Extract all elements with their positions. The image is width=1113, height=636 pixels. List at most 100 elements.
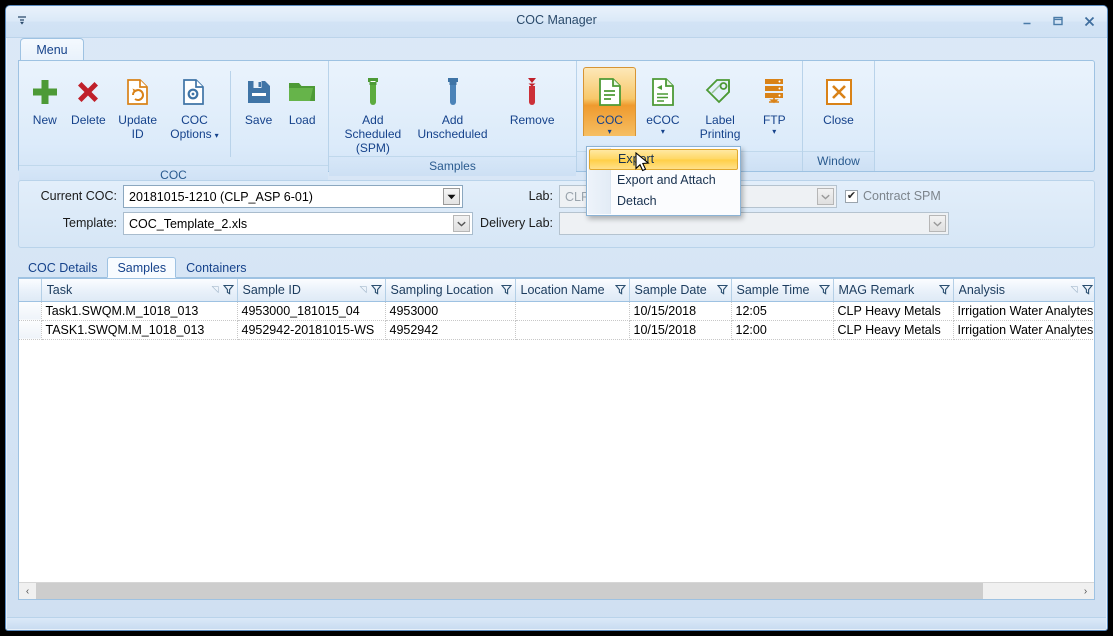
filter-icon[interactable]: [222, 284, 234, 295]
column-header-sample-id[interactable]: Sample ID ◹: [237, 279, 386, 302]
menu-item-detach[interactable]: Detach: [587, 191, 740, 212]
table-row[interactable]: TASK1.SWQM.M_1018_013 4952942-20181015-W…: [19, 320, 1094, 340]
current-coc-chevron-down-icon[interactable]: [443, 188, 460, 205]
add-unscheduled-button[interactable]: Add Unscheduled: [413, 67, 493, 142]
column-header-sampling-location[interactable]: Sampling Location: [385, 279, 516, 302]
cell-location-name[interactable]: [515, 320, 630, 340]
ftp-caret-icon[interactable]: ▾: [772, 128, 776, 136]
scrollbar-thumb[interactable]: [36, 582, 984, 599]
maximize-button[interactable]: [1048, 12, 1068, 30]
horizontal-scrollbar[interactable]: ‹ ›: [19, 582, 1094, 599]
table-header-row: Task ◹ Sample ID ◹ Sampling Location Locat…: [19, 279, 1094, 302]
cell-mag-remark[interactable]: CLP Heavy Metals: [833, 301, 954, 321]
coc-options-label-line2: Options: [170, 127, 212, 141]
ribbon-group-window-body: Close: [803, 61, 874, 151]
coc-export-button[interactable]: COC ▾: [583, 67, 637, 136]
cell-sample-date[interactable]: 10/15/2018: [629, 320, 732, 340]
cell-task[interactable]: Task1.SWQM.M_1018_013: [41, 301, 238, 321]
cell-location-name[interactable]: [515, 301, 630, 321]
ecoc-label: eCOC: [646, 113, 680, 127]
tab-menu[interactable]: Menu: [20, 38, 84, 61]
column-header-analysis[interactable]: Analysis ◹: [953, 279, 1094, 302]
contract-spm-checkbox[interactable]: ✔ Contract SPM: [845, 189, 941, 203]
remove-button[interactable]: Remove: [492, 67, 572, 128]
cell-sample-id[interactable]: 4952942-20181015-WS: [237, 320, 386, 340]
coc-form-panel: Current COC: 20181015-1210 (CLP_ASP 6-01…: [18, 180, 1095, 248]
cell-sample-id[interactable]: 4953000_181015_04: [237, 301, 386, 321]
contract-spm-checkbox-box[interactable]: ✔: [845, 189, 858, 203]
lab-chevron-down-icon[interactable]: [817, 188, 834, 205]
cell-sample-time[interactable]: 12:05: [731, 301, 834, 321]
add-scheduled-label-line2: (SPM): [355, 141, 390, 155]
filter-icon[interactable]: [716, 284, 728, 295]
template-combo[interactable]: COC_Template_2.xls: [123, 212, 473, 235]
cell-mag-remark[interactable]: CLP Heavy Metals: [833, 320, 954, 340]
tab-samples[interactable]: Samples: [107, 257, 177, 278]
column-header-sample-time[interactable]: Sample Time: [731, 279, 834, 302]
column-header-task[interactable]: Task ◹: [41, 279, 238, 302]
column-header-sample-time-label: Sample Time: [736, 282, 810, 297]
current-coc-combo-box[interactable]: 20181015-1210 (CLP_ASP 6-01): [123, 185, 463, 208]
scroll-right-button[interactable]: ›: [1077, 583, 1094, 600]
ecoc-button[interactable]: eCOC ▾: [636, 67, 689, 137]
coc-options-caret-icon[interactable]: ▾: [215, 131, 219, 140]
delivery-lab-label: Delivery Lab:: [480, 216, 553, 230]
column-header-sample-id-label: Sample ID: [242, 282, 301, 297]
column-header-sample-date[interactable]: Sample Date: [629, 279, 732, 302]
filter-icon[interactable]: [938, 284, 950, 295]
current-coc-label: Current COC:: [40, 189, 117, 203]
cell-sampling-location[interactable]: 4953000: [385, 301, 516, 321]
ftp-button[interactable]: FTP ▾: [751, 67, 798, 137]
cell-sample-date[interactable]: 10/15/2018: [629, 301, 732, 321]
scrollbar-track[interactable]: [36, 582, 1077, 599]
green-test-tube-icon: [362, 72, 384, 112]
template-chevron-down-icon[interactable]: [453, 215, 470, 232]
new-button[interactable]: New: [23, 67, 67, 128]
tab-coc-details[interactable]: COC Details: [18, 257, 107, 278]
current-coc-combo[interactable]: 20181015-1210 (CLP_ASP 6-01): [123, 185, 463, 208]
close-window-button[interactable]: Close: [810, 67, 868, 128]
cell-analysis[interactable]: Irrigation Water Analytes: [953, 320, 1094, 340]
load-button[interactable]: Load: [280, 67, 324, 128]
column-header-task-label: Task: [46, 282, 73, 297]
label-printing-button[interactable]: Label Printing: [690, 67, 751, 142]
column-header-sample-date-label: Sample Date: [634, 282, 707, 297]
filter-icon[interactable]: [1081, 284, 1093, 295]
tab-containers[interactable]: Containers: [176, 257, 256, 278]
filter-icon[interactable]: [818, 284, 830, 295]
close-button[interactable]: [1079, 12, 1099, 30]
new-button-label: New: [32, 113, 57, 127]
table-row[interactable]: Task1.SWQM.M_1018_013 4953000_181015_04 …: [19, 301, 1094, 321]
cell-sample-time[interactable]: 12:00: [731, 320, 834, 340]
filter-icon[interactable]: [614, 284, 626, 295]
filter-icon[interactable]: [370, 284, 382, 295]
add-scheduled-label-line1: Add Scheduled: [344, 113, 402, 141]
filter-icon[interactable]: [500, 284, 512, 295]
coc-export-caret-icon[interactable]: ▾: [608, 128, 612, 136]
cell-sampling-location[interactable]: 4952942: [385, 320, 516, 340]
coc-options-button[interactable]: COC Options ▾: [165, 67, 224, 142]
scroll-left-button[interactable]: ‹: [19, 583, 36, 600]
template-combo-box[interactable]: COC_Template_2.xls: [123, 212, 473, 235]
lab-label: Lab:: [528, 189, 553, 203]
column-header-location-name[interactable]: Location Name: [515, 279, 630, 302]
ecoc-caret-icon[interactable]: ▾: [661, 128, 665, 136]
label-printing-label-line1: Label: [705, 113, 735, 127]
column-header-mag-remark[interactable]: MAG Remark: [833, 279, 954, 302]
save-button[interactable]: Save: [237, 67, 281, 128]
menu-item-export-and-attach[interactable]: Export and Attach: [587, 170, 740, 191]
delete-button[interactable]: Delete: [67, 67, 111, 128]
plus-icon: [30, 72, 60, 112]
row-selector[interactable]: [19, 320, 42, 340]
row-selector[interactable]: [19, 301, 42, 321]
cell-analysis[interactable]: Irrigation Water Analytes: [953, 301, 1094, 321]
menu-item-export[interactable]: Export: [589, 149, 738, 170]
template-label: Template:: [62, 216, 117, 230]
delivery-lab-chevron-down-icon[interactable]: [929, 215, 946, 232]
ribbon-tab-strip: Menu: [6, 38, 1107, 61]
cell-task[interactable]: TASK1.SWQM.M_1018_013: [41, 320, 238, 340]
update-id-button[interactable]: Update ID: [110, 67, 165, 142]
add-scheduled-button[interactable]: Add Scheduled (SPM): [333, 67, 413, 156]
gear-document-icon: [180, 72, 208, 112]
minimize-button[interactable]: [1017, 12, 1037, 30]
